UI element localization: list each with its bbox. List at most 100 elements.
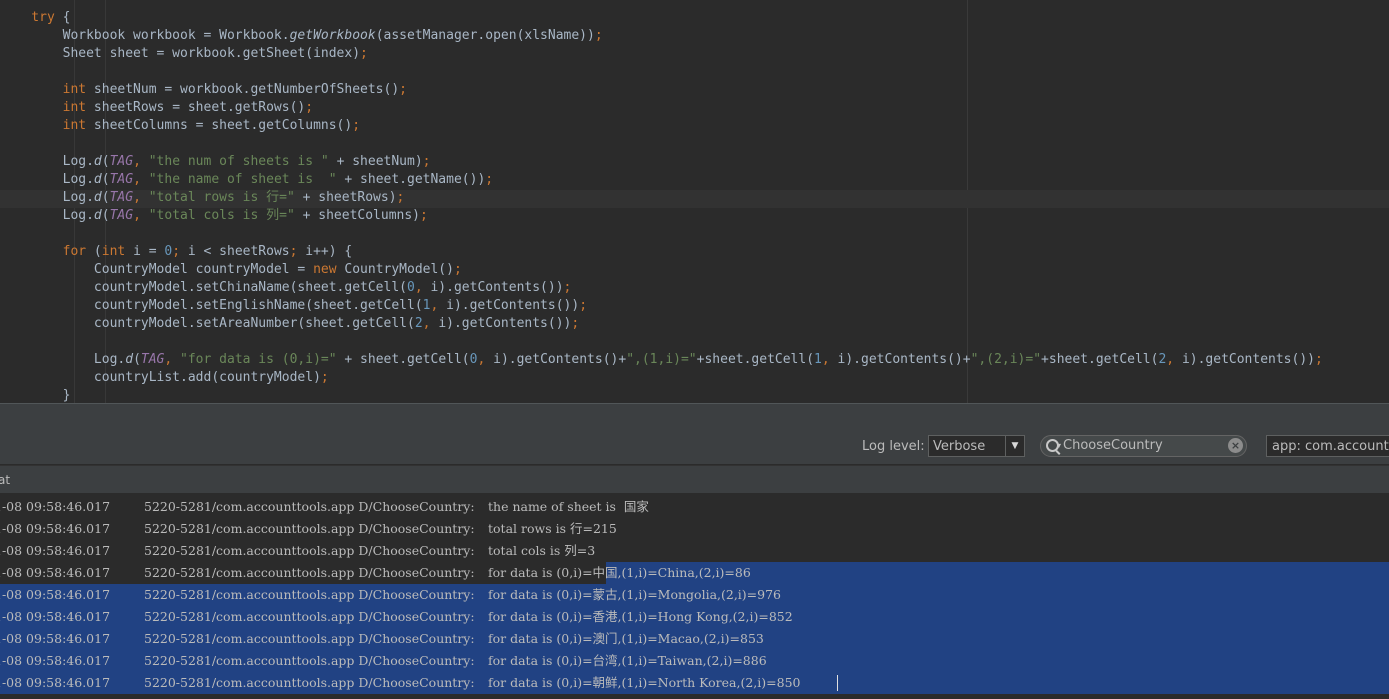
log-level-label: Log level: — [862, 439, 925, 454]
log-tag: 5220-5281/com.accounttools.app D/ChooseC… — [144, 653, 475, 668]
log-row[interactable]: 1-08 09:58:46.017 5220-5281/com.accountto… — [0, 562, 1389, 584]
code-token: TAG — [109, 172, 134, 187]
code-token: getWorkbook — [289, 28, 376, 43]
code-token: ; — [422, 154, 431, 169]
code-token: ",(1,i)=" — [626, 352, 697, 367]
code-token: + sheetColumns) — [302, 208, 421, 223]
search-history-dropdown-icon[interactable]: ▾ — [1057, 441, 1061, 450]
log-row[interactable]: 1-08 09:58:46.017 5220-5281/com.accountto… — [0, 496, 1389, 518]
code-token: , — [430, 298, 447, 313]
logcat-output[interactable]: 1-08 09:58:46.017 5220-5281/com.accountto… — [0, 496, 1389, 699]
log-message: for data is (0,i)=澳门,(1,i)=Macao,(2,i)=8… — [488, 631, 764, 646]
code-line[interactable]: } — [0, 387, 1323, 403]
code-token: + sheet.getName()) — [344, 172, 486, 187]
code-token: ",(2,i)=" — [970, 352, 1042, 367]
code-line[interactable]: int sheetNum = workbook.getNumberOfSheet… — [0, 81, 1323, 99]
code-line[interactable]: int sheetRows = sheet.getRows(); — [0, 99, 1323, 117]
code-token: countryModel.setEnglishName(sheet.getCel… — [0, 298, 423, 313]
code-token: ; — [396, 190, 405, 205]
panel-splitter[interactable] — [0, 403, 1389, 431]
code-token: d — [93, 154, 102, 169]
code-line[interactable] — [0, 135, 1323, 153]
code-token: ( — [101, 172, 110, 187]
code-editor[interactable]: try { Workbook workbook = Workbook.getWo… — [0, 0, 1389, 403]
code-token: "the num of sheets is " — [148, 154, 337, 169]
log-message: for data is (0,i)=蒙古,(1,i)=Mongolia,(2,i… — [488, 587, 781, 602]
code-token: d — [125, 352, 134, 367]
code-token: i).getContents()) — [446, 298, 580, 313]
code-token: ; — [360, 46, 368, 61]
log-tag: 5220-5281/com.accounttools.app D/ChooseC… — [144, 521, 475, 536]
log-row[interactable]: 1-08 09:58:46.017 5220-5281/com.accountto… — [0, 518, 1389, 540]
code-token: + sheet.getCell( — [344, 352, 470, 367]
code-token: ( — [93, 244, 102, 259]
code-line[interactable]: Log.d(TAG, "for data is (0,i)=" + sheet.… — [0, 351, 1323, 369]
code-token: d — [93, 208, 102, 223]
code-lines[interactable]: try { Workbook workbook = Workbook.getWo… — [0, 9, 1323, 403]
code-token: ; — [320, 370, 329, 385]
code-line[interactable]: Log.d(TAG, "total rows is 行=" + sheetRow… — [0, 189, 1323, 207]
search-input-value[interactable]: ChooseCountry — [1063, 438, 1163, 453]
log-tag: 5220-5281/com.accounttools.app D/ChooseC… — [144, 499, 475, 514]
code-token: , — [1166, 352, 1182, 367]
code-token: i).getContents()) — [1181, 352, 1315, 367]
log-tag: 5220-5281/com.accounttools.app D/ChooseC… — [144, 675, 475, 690]
code-line[interactable]: countryModel.setChinaName(sheet.getCell(… — [0, 279, 1323, 297]
code-token: i++) { — [305, 244, 353, 259]
code-line[interactable]: Sheet sheet = workbook.getSheet(index); — [0, 45, 1323, 63]
logcat-tab-header[interactable]: at — [0, 465, 1389, 494]
code-token: "total rows is 行=" — [148, 190, 303, 205]
code-token: "total cols is 列=" — [148, 208, 303, 223]
search-input[interactable]: ▾ ChooseCountry × — [1040, 435, 1247, 457]
code-token: i = — [133, 244, 165, 259]
clear-search-icon[interactable]: × — [1228, 438, 1243, 453]
log-row[interactable]: 1-08 09:58:46.017 5220-5281/com.accountto… — [0, 584, 1389, 606]
code-token: TAG — [109, 190, 134, 205]
code-line[interactable]: for (int i = 0; i < sheetRows; i++) { — [0, 243, 1323, 261]
log-timestamp: 1-08 09:58:46.017 — [0, 565, 111, 580]
code-line[interactable] — [0, 225, 1323, 243]
log-row[interactable]: 1-08 09:58:46.017 5220-5281/com.accountto… — [0, 650, 1389, 672]
log-row[interactable]: 1-08 09:58:46.017 5220-5281/com.accountto… — [0, 628, 1389, 650]
code-token: try — [0, 10, 63, 25]
code-token: ( — [101, 190, 110, 205]
chevron-down-icon[interactable]: ▼ — [1005, 436, 1024, 456]
code-line[interactable]: Log.d(TAG, "the num of sheets is " + she… — [0, 153, 1323, 171]
code-line[interactable]: countryModel.setAreaNumber(sheet.getCell… — [0, 315, 1323, 333]
code-line[interactable]: countryList.add(countryModel); — [0, 369, 1323, 387]
log-row[interactable]: 1-08 09:58:46.017 5220-5281/com.accountto… — [0, 672, 1389, 694]
code-token: ; — [563, 280, 572, 295]
log-timestamp: 1-08 09:58:46.017 — [0, 499, 111, 514]
code-token: Log. — [0, 208, 94, 223]
log-message: for data is (0,i)=中国,(1,i)=China,(2,i)=8… — [488, 565, 751, 580]
code-line[interactable] — [0, 63, 1323, 81]
code-line[interactable] — [0, 333, 1323, 351]
log-row[interactable]: 1-08 09:58:46.017 5220-5281/com.accountto… — [0, 540, 1389, 562]
code-line[interactable]: Log.d(TAG, "total cols is 列=" + sheetCol… — [0, 207, 1323, 225]
code-line[interactable]: Log.d(TAG, "the name of sheet is " + she… — [0, 171, 1323, 189]
code-token: ; — [485, 172, 494, 187]
code-line[interactable]: try { — [0, 9, 1323, 27]
app-filter-dropdown[interactable]: app: com.accounttools.app — [1266, 435, 1389, 457]
code-token: + sheetNum) — [336, 154, 423, 169]
code-token: ; — [289, 244, 306, 259]
code-token: int — [101, 244, 134, 259]
log-tag: 5220-5281/com.accounttools.app D/ChooseC… — [144, 587, 475, 602]
code-token: Sheet sheet = workbook.getSheet(index) — [0, 46, 361, 61]
log-timestamp: 1-08 09:58:46.017 — [0, 587, 111, 602]
code-token: ( — [101, 208, 110, 223]
code-token: ; — [399, 82, 407, 97]
code-token: , — [133, 190, 149, 205]
log-level-dropdown[interactable]: Verbose ▼ — [928, 435, 1025, 457]
code-line[interactable]: CountryModel countryModel = new CountryM… — [0, 261, 1323, 279]
code-line[interactable]: int sheetColumns = sheet.getColumns(); — [0, 117, 1323, 135]
code-line[interactable]: Workbook workbook = Workbook.getWorkbook… — [0, 27, 1323, 45]
code-line[interactable]: countryModel.setEnglishName(sheet.getCel… — [0, 297, 1323, 315]
code-token: Log. — [0, 154, 94, 169]
code-token: , — [414, 280, 431, 295]
code-token: sheetColumns = sheet.getColumns() — [93, 118, 353, 133]
code-token: , — [164, 352, 181, 367]
log-row[interactable]: 1-08 09:58:46.017 5220-5281/com.accountto… — [0, 606, 1389, 628]
code-token: int — [0, 118, 94, 133]
code-token: 2 — [414, 316, 423, 331]
